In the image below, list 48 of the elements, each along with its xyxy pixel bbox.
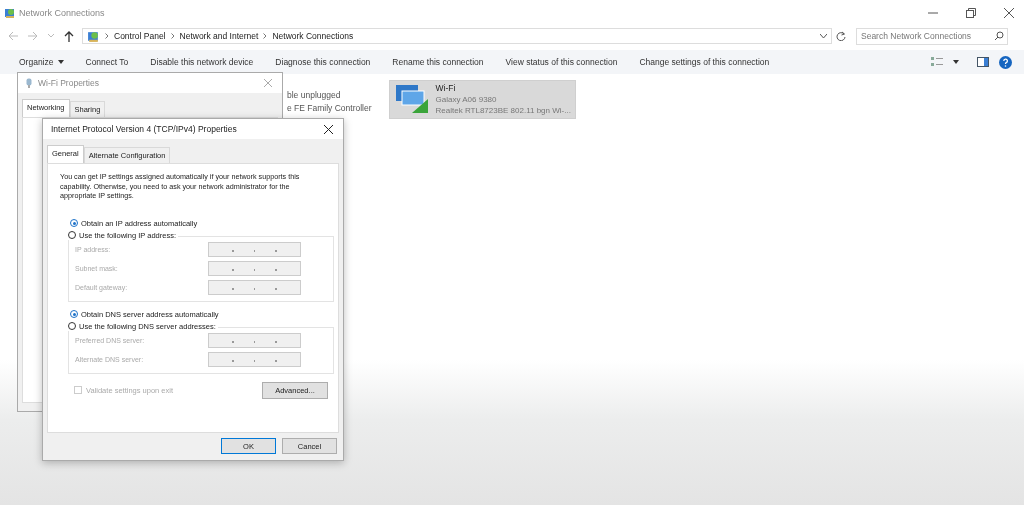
chevron-right-icon	[105, 33, 109, 39]
connection-detail: e FE Family Controller	[287, 102, 372, 115]
connection-detail: Galaxy A06 9380	[435, 94, 498, 105]
command-button[interactable]: View status of this connection	[499, 57, 624, 67]
close-icon[interactable]	[324, 124, 333, 134]
command-button[interactable]: Rename this connection	[386, 57, 490, 67]
caret-icon[interactable]	[953, 60, 959, 64]
ip-address-field[interactable]	[208, 241, 301, 257]
help-icon[interactable]	[999, 55, 1012, 69]
dialog-title: Wi-Fi Properties	[38, 78, 99, 88]
ip-address-field[interactable]	[208, 351, 301, 367]
search-field[interactable]: Search Network Connections	[856, 27, 1008, 45]
breadcrumb[interactable]: Network and Internet	[179, 31, 259, 41]
wifi-adapter-icon	[393, 83, 430, 115]
command-button[interactable]: Organize	[13, 57, 70, 67]
caret-icon	[57, 60, 64, 64]
view-options-icon[interactable]	[931, 57, 943, 67]
breadcrumb[interactable]: Control Panel	[114, 31, 166, 41]
connection-detail: ble unplugged	[287, 89, 342, 102]
connection-name: Wi-Fi	[435, 83, 457, 94]
ip-address-field[interactable]	[208, 332, 301, 348]
radio-button[interactable]	[68, 322, 76, 330]
breadcrumb[interactable]: Network Connections	[272, 31, 354, 41]
adapter-icon	[26, 78, 32, 88]
restore-icon[interactable]	[966, 8, 976, 18]
ip-address-field[interactable]	[208, 260, 301, 276]
command-button[interactable]: Disable this network device	[144, 57, 260, 67]
network-folder-icon	[4, 7, 16, 19]
connection-item[interactable]: Wi-Fi Galaxy A06 9380 Realtek RTL8723BE 802.11 bgn Wi-...	[388, 80, 576, 119]
ip-address-field[interactable]	[208, 279, 301, 295]
refresh-icon[interactable]	[836, 31, 846, 41]
chevron-down-icon[interactable]	[820, 33, 827, 39]
command-button[interactable]: Change settings of this connection	[633, 57, 776, 67]
preview-pane-icon[interactable]	[977, 57, 989, 67]
up-arrow-icon[interactable]	[64, 30, 74, 42]
close-icon[interactable]	[1004, 8, 1014, 18]
window-title: Network Connections	[19, 8, 105, 18]
chevron-right-icon	[263, 33, 268, 39]
command-button[interactable]: Diagnose this connection	[269, 57, 377, 67]
network-folder-icon	[87, 29, 100, 43]
dialog-title: Internet Protocol Version 4 (TCP/IPv4) Properties	[51, 124, 237, 134]
command-button[interactable]: Connect To	[79, 57, 135, 67]
radio-button[interactable]	[68, 231, 76, 239]
address-bar[interactable]: Control Panel Network and Internet Network Connections	[82, 28, 832, 44]
radio-button[interactable]	[70, 310, 78, 318]
radio-button[interactable]	[70, 219, 78, 227]
connection-detail: Realtek RTL8723BE 802.11 bgn Wi-...	[435, 105, 571, 116]
chevron-right-icon	[170, 33, 175, 39]
